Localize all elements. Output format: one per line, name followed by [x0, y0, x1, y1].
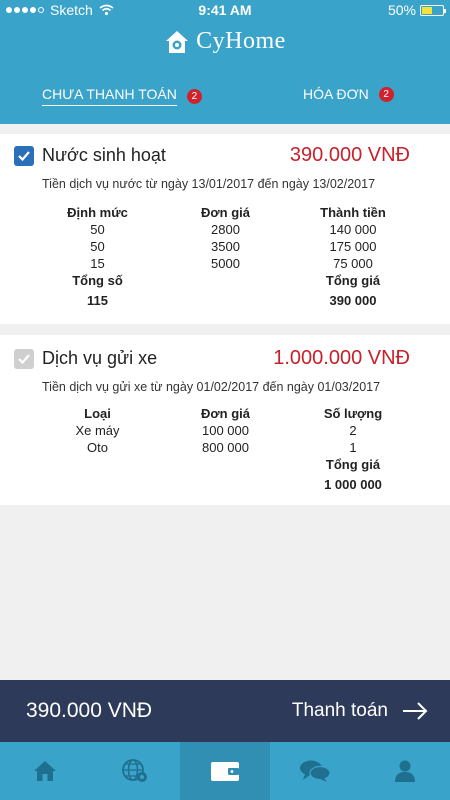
home-gear-logo-icon: [166, 30, 189, 53]
tab-unpaid-badge: 2: [186, 88, 202, 104]
bill-checkbox-water[interactable]: [14, 145, 34, 166]
bill-card-parking: Dịch vụ gửi xe 1.000.000 VNĐ Tiền dịch v…: [0, 335, 450, 505]
bill-amount: 390.000 VNĐ: [289, 144, 410, 166]
bill-description: Tiền dịch vụ gửi xe từ ngày 01/02/2017 đ…: [42, 380, 381, 394]
chat-icon: [300, 760, 331, 782]
check-icon: [18, 353, 30, 364]
nav-messages[interactable]: [270, 742, 360, 800]
check-icon: [18, 150, 30, 161]
tab-bar: CHƯA THANH TOÁN 2 HÓA ĐƠN 2: [0, 86, 450, 110]
column-unit-price: Đơn giá 2800 3500 5000: [201, 205, 250, 271]
nav-services[interactable]: [90, 742, 180, 800]
status-time: 9:41 AM: [198, 2, 252, 18]
app-name: CyHome: [196, 28, 286, 54]
globe-settings-icon: [122, 759, 147, 782]
payment-bar: 390.000 VNĐ Thanh toán: [0, 680, 450, 742]
bill-checkbox-parking[interactable]: [14, 348, 34, 369]
tab-invoices-badge: 2: [378, 86, 394, 102]
user-icon: [395, 760, 415, 782]
tab-invoices[interactable]: HÓA ĐƠN 2: [303, 86, 394, 102]
column-quota: Định mức 50 50 15 Tổng số 115: [67, 205, 128, 308]
pay-button-label: Thanh toán: [291, 700, 388, 721]
bottom-nav: [0, 742, 450, 800]
nav-wallet[interactable]: [180, 742, 270, 800]
bill-card-water: Nước sinh hoạt 390.000 VNĐ Tiền dịch vụ …: [0, 134, 450, 324]
column-unit-price: Đơn giá 100 000 800 000: [201, 406, 250, 455]
bill-amount: 1.000.000 VNĐ: [273, 347, 410, 369]
pay-button[interactable]: Thanh toán: [292, 700, 428, 722]
bill-name: Dịch vụ gửi xe: [42, 348, 158, 368]
app-header: Sketch 9:41 AM 50% CyHome CHƯA THANH TOÁ…: [0, 0, 450, 124]
column-subtotal: Thành tiền 140 000 175 000 75 000 Tổng g…: [320, 205, 386, 308]
column-quantity: Số lượng 2 1 Tổng giá 1 000 000: [323, 406, 383, 492]
tab-unpaid-label: CHƯA THANH TOÁN: [42, 86, 177, 106]
nav-profile[interactable]: [360, 742, 450, 800]
status-bar: Sketch 9:41 AM 50%: [0, 0, 450, 22]
home-icon: [34, 761, 56, 781]
wallet-icon: [211, 762, 239, 781]
app-logo: CyHome: [0, 28, 450, 55]
bill-name: Nước sinh hoạt: [42, 145, 166, 165]
column-type: Loại Xe máy Oto: [75, 406, 120, 455]
battery-icon: [420, 4, 446, 16]
nav-home[interactable]: [0, 742, 90, 800]
arrow-right-icon: [403, 702, 428, 720]
bill-description: Tiền dịch vụ nước từ ngày 13/01/2017 đến…: [42, 177, 376, 191]
tab-invoices-label: HÓA ĐƠN: [303, 86, 369, 102]
battery-percent: 50%: [387, 2, 416, 18]
tab-unpaid[interactable]: CHƯA THANH TOÁN 2: [42, 86, 202, 106]
payment-total: 390.000 VNĐ: [26, 699, 153, 722]
